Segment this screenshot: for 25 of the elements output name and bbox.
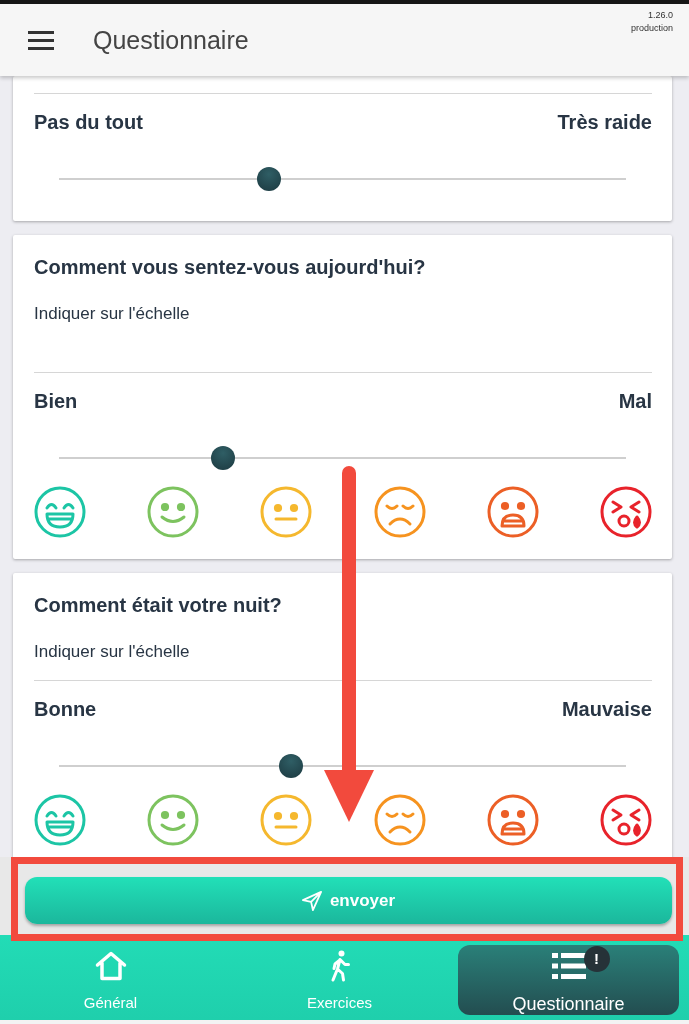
question-title: Comment était votre nuit? <box>34 593 283 617</box>
submit-button[interactable]: envoyer <box>25 877 672 924</box>
slider-thumb[interactable] <box>279 754 304 778</box>
slider-thumb[interactable] <box>211 446 236 470</box>
scale-high-label: Mal <box>618 389 652 414</box>
slider-thumb[interactable] <box>256 167 281 191</box>
list-icon <box>551 952 586 980</box>
question-hint: Indiquer sur l'échelle <box>34 303 191 325</box>
menu-icon[interactable] <box>28 30 54 50</box>
question-hint: Indiquer sur l'échelle <box>34 641 191 663</box>
environment-label: production <box>630 22 673 35</box>
scale-low-label: Pas du tout <box>34 110 143 135</box>
send-icon <box>301 890 322 911</box>
app-title: Questionnaire <box>93 25 249 55</box>
nav-tab[interactable]: Général <box>0 945 221 1015</box>
version-text: 1.26.0 <box>647 9 673 22</box>
scale-low-label: Bien <box>34 389 78 414</box>
question-title: Comment vous sentez-vous aujourd'hui? <box>34 255 427 279</box>
scale-high-label: Mauvaise <box>561 697 652 722</box>
nav-tab[interactable]: ! Questionnaire <box>458 945 679 1015</box>
scale-low-label: Bonne <box>34 697 97 722</box>
nav-tab[interactable]: Exercices <box>229 945 450 1015</box>
alert-badge: ! <box>583 946 610 972</box>
scale-high-label: Très raide <box>557 110 652 135</box>
home-icon <box>94 951 127 981</box>
